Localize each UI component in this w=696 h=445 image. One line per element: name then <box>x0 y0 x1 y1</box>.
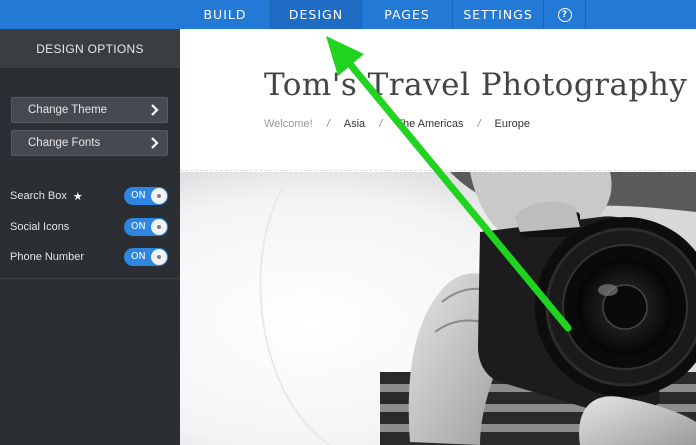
toggle-state-text: ON <box>131 251 146 262</box>
tab-design[interactable]: DESIGN <box>271 0 362 29</box>
nav-item-welcome[interactable]: Welcome! <box>264 118 313 130</box>
toggle-knob <box>151 188 167 204</box>
social-icons-toggle[interactable]: ON <box>124 218 168 236</box>
sidebar-title: DESIGN OPTIONS <box>0 29 180 69</box>
social-icons-label: Social Icons <box>10 221 70 233</box>
top-nav-bar: BUILD DESIGN PAGES SETTINGS ? <box>0 0 696 29</box>
site-preview: Tom's Travel Photography Welcome! / Asia… <box>180 29 696 445</box>
nav-item-europe[interactable]: Europe <box>495 118 530 130</box>
nav-item-the-americas[interactable]: The Americas <box>396 118 463 130</box>
nav-item-asia[interactable]: Asia <box>344 118 365 130</box>
tab-pages[interactable]: PAGES <box>362 0 453 29</box>
topbar-left-area <box>0 0 180 29</box>
change-fonts-button[interactable]: Change Fonts <box>11 130 168 156</box>
header-divider <box>180 170 696 171</box>
phone-number-row: Phone Number ON <box>10 247 170 267</box>
phone-number-label: Phone Number <box>10 251 84 263</box>
change-fonts-label: Change Fonts <box>28 137 101 149</box>
design-sidebar: DESIGN OPTIONS Change Theme Change Fonts… <box>0 29 180 445</box>
toggle-knob <box>151 249 167 265</box>
hero-photo[interactable] <box>180 172 696 445</box>
chevron-right-icon <box>151 137 159 149</box>
main-tabs: BUILD DESIGN PAGES SETTINGS ? <box>180 0 586 29</box>
site-nav: Welcome! / Asia / The Americas / Europe <box>264 118 530 130</box>
sidebar-divider <box>0 278 180 279</box>
site-title[interactable]: Tom's Travel Photography <box>264 67 687 103</box>
search-box-toggle[interactable]: ON <box>124 187 168 205</box>
search-box-label: Search Box <box>10 190 67 202</box>
search-box-row: Search Box ★ ON <box>10 186 170 206</box>
nav-separator: / <box>326 118 330 130</box>
toggle-state-text: ON <box>131 221 146 232</box>
change-theme-label: Change Theme <box>28 104 108 116</box>
tab-settings[interactable]: SETTINGS <box>453 0 544 29</box>
tab-build[interactable]: BUILD <box>180 0 271 29</box>
star-icon: ★ <box>72 190 83 203</box>
nav-separator: / <box>379 118 383 130</box>
phone-number-toggle[interactable]: ON <box>124 248 168 266</box>
chevron-right-icon <box>151 104 159 116</box>
nav-separator: / <box>477 118 481 130</box>
help-icon[interactable]: ? <box>557 7 572 22</box>
toggle-knob <box>151 219 167 235</box>
social-icons-row: Social Icons ON <box>10 217 170 237</box>
change-theme-button[interactable]: Change Theme <box>11 97 168 123</box>
toggle-state-text: ON <box>131 190 146 201</box>
help-tab[interactable]: ? <box>544 0 586 29</box>
